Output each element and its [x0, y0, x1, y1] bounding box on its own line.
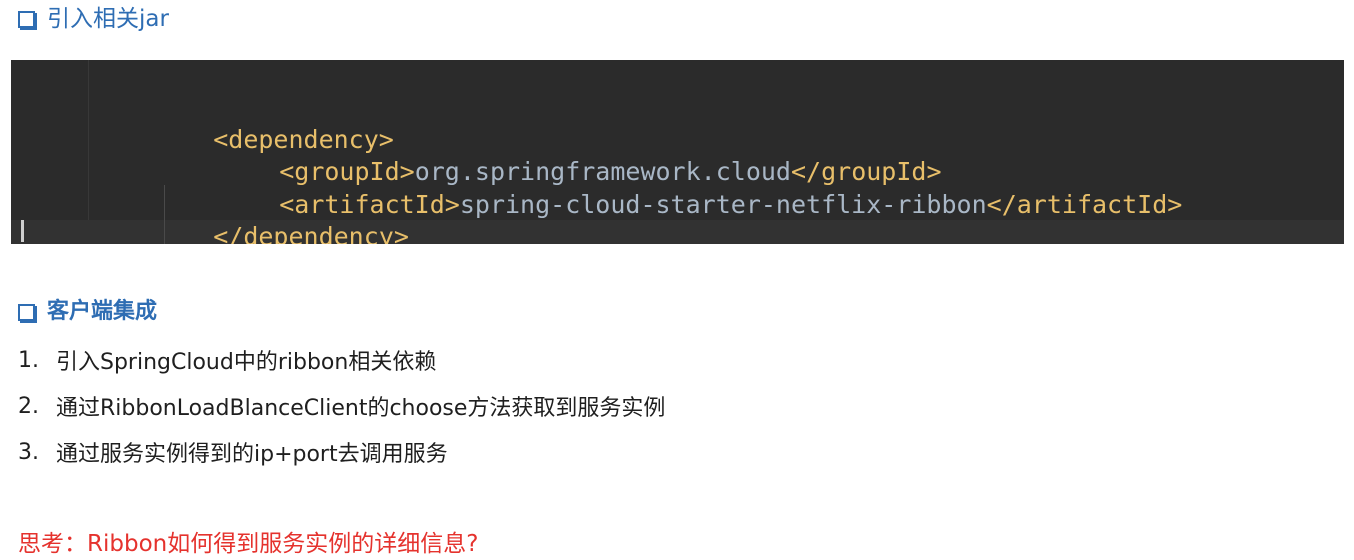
section-heading-text: 引入相关jar — [47, 6, 169, 32]
list-text: 通过RibbonLoadBlanceClient的choose方法获取到服务实例 — [56, 396, 666, 421]
list-item: 3. 通过服务实例得到的ip+port去调用服务 — [18, 429, 665, 475]
checkbox-bullet-icon — [18, 11, 35, 28]
text-caret — [21, 220, 24, 242]
section-heading-text: 客户端集成 — [47, 299, 158, 324]
steps-list: 1. 引入SpringCloud中的ribbon相关依赖 2. 通过Ribbon… — [18, 337, 665, 475]
list-item: 1. 引入SpringCloud中的ribbon相关依赖 — [18, 337, 665, 383]
code-tag: </dependency> — [213, 222, 409, 244]
code-gutter — [11, 60, 89, 244]
code-block: <dependency> <groupId>org.springframewor… — [11, 60, 1344, 244]
checkbox-bullet-icon — [18, 303, 35, 321]
list-text: 引入SpringCloud中的ribbon相关依赖 — [56, 350, 437, 375]
code-line-4: </dependency> — [153, 189, 409, 244]
list-number: 1. — [18, 347, 39, 373]
list-number: 3. — [18, 439, 39, 465]
list-text: 通过服务实例得到的ip+port去调用服务 — [56, 442, 448, 467]
list-item: 2. 通过RibbonLoadBlanceClient的choose方法获取到服… — [18, 383, 665, 429]
section-heading-jar: 引入相关jar — [18, 8, 169, 31]
code-tag: </artifactId> — [986, 190, 1183, 219]
code-value: spring-cloud-starter-netflix-ribbon — [459, 190, 987, 219]
question-text: 思考：Ribbon如何得到服务实例的详细信息? — [18, 531, 479, 557]
section-heading-client: 客户端集成 — [18, 301, 157, 323]
list-number: 2. — [18, 393, 39, 419]
